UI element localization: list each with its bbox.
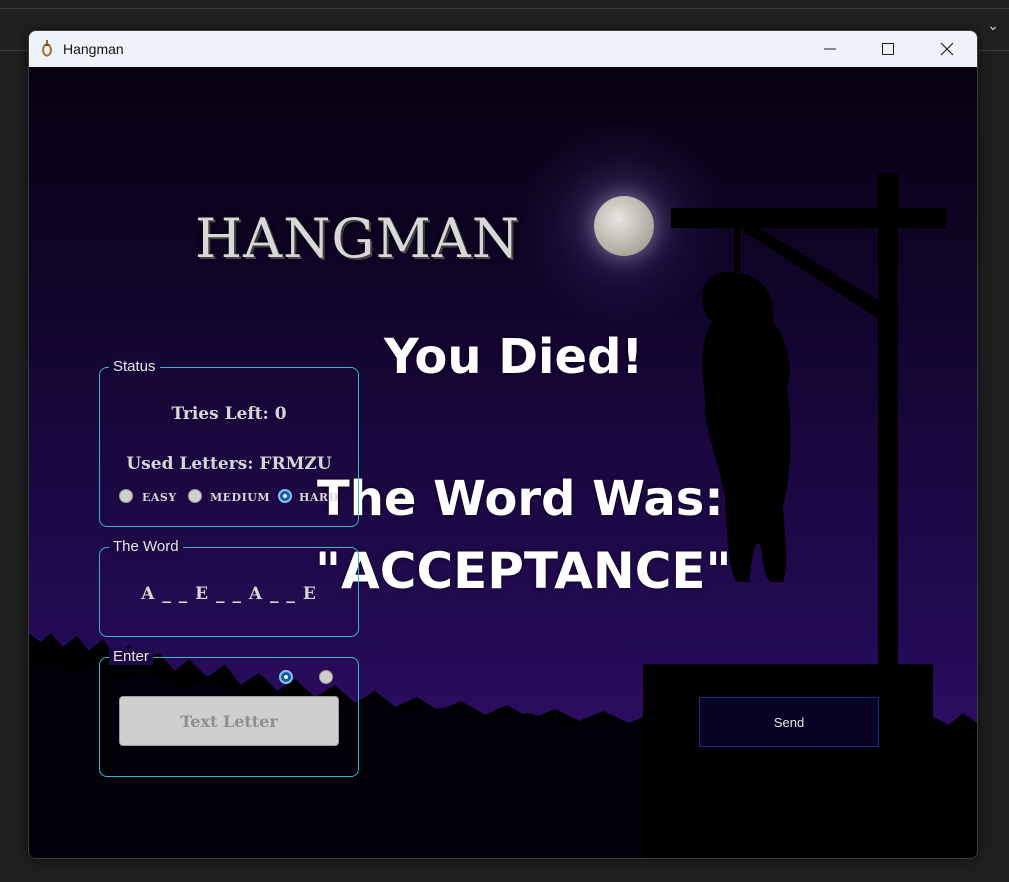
- hangman-window: Hangman HANGMAN You Died! The Word Was: …: [28, 30, 978, 859]
- difficulty-hard-radio[interactable]: [278, 489, 292, 503]
- tries-left-label: Tries Left: 0: [171, 404, 287, 424]
- close-button[interactable]: [918, 31, 976, 67]
- noose-icon: [41, 40, 53, 57]
- difficulty-easy-label: EASY: [142, 491, 177, 504]
- minimize-button[interactable]: [801, 31, 859, 67]
- enter-group-title: Enter: [109, 648, 153, 665]
- word-group-title: The Word: [109, 538, 183, 555]
- window-title: Hangman: [63, 41, 124, 57]
- used-letters-label: Used Letters: FRMZU: [126, 454, 332, 474]
- difficulty-hard-label: HARD: [299, 491, 339, 504]
- difficulty-medium-radio[interactable]: [188, 489, 202, 503]
- title-bar[interactable]: Hangman: [29, 31, 977, 67]
- enter-group: Enter Text Letter: [99, 648, 359, 777]
- close-icon: [940, 42, 954, 56]
- maximize-button[interactable]: [859, 31, 917, 67]
- status-group-title: Status: [109, 358, 160, 375]
- game-scene: HANGMAN You Died! The Word Was: "ACCEPTA…: [29, 67, 977, 858]
- voice-mode-radio[interactable]: [319, 670, 333, 684]
- status-group: Status Tries Left: 0 Used Letters: FRMZU…: [99, 358, 359, 527]
- word-reveal-label: The Word Was:: [317, 471, 724, 527]
- hangman-logo: HANGMAN: [195, 207, 521, 270]
- text-letter-input[interactable]: Text Letter: [119, 696, 339, 746]
- masked-word: A _ _ E _ _ A _ _ E: [141, 584, 317, 604]
- text-mode-radio[interactable]: [279, 670, 293, 684]
- chevron-down-icon[interactable]: ⌄: [987, 18, 999, 34]
- send-button[interactable]: Send: [699, 697, 879, 747]
- desktop-divider: [0, 8, 1009, 9]
- difficulty-medium-label: MEDIUM: [210, 491, 271, 504]
- minimize-icon: [824, 48, 836, 50]
- difficulty-easy-radio[interactable]: [119, 489, 133, 503]
- word-group: The Word A _ _ E _ _ A _ _ E: [99, 538, 359, 637]
- maximize-icon: [882, 43, 894, 55]
- revealed-word: "ACCEPTANCE": [315, 542, 732, 600]
- death-message: You Died!: [384, 329, 644, 385]
